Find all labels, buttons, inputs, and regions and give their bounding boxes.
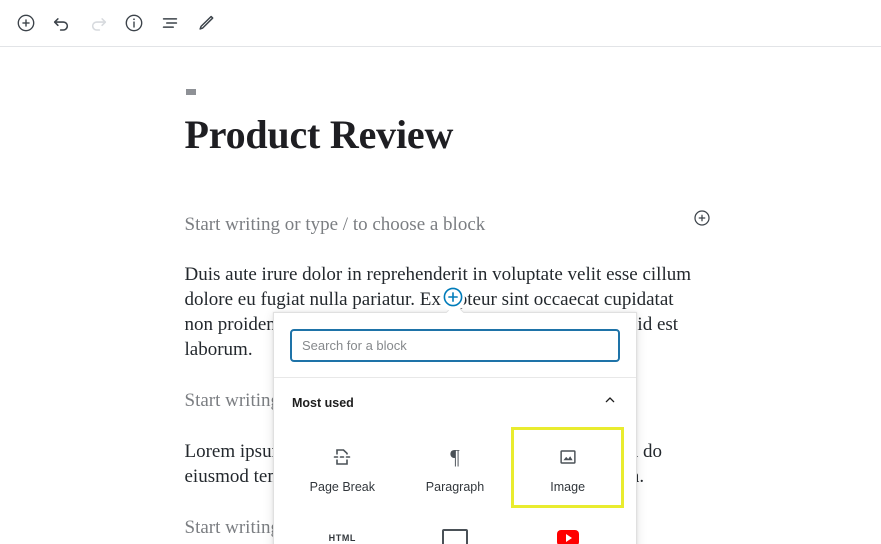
- empty-block-placeholder-1[interactable]: Start writing or type / to choose a bloc…: [185, 212, 697, 237]
- list-view-icon: [159, 12, 181, 34]
- add-block-button[interactable]: [8, 5, 44, 41]
- block-item-paragraph[interactable]: ¶ Paragraph: [399, 427, 512, 508]
- block-item-label: Image: [550, 480, 585, 495]
- most-used-panel-title: Most used: [292, 396, 354, 410]
- redo-icon: [87, 12, 109, 34]
- search-input[interactable]: [290, 329, 620, 362]
- most-used-panel-header[interactable]: Most used: [274, 378, 636, 423]
- block-selection-marker: [186, 89, 196, 95]
- block-item-custom-html[interactable]: HTML Custom HTML: [286, 508, 399, 544]
- info-circle-icon: [123, 12, 145, 34]
- block-item-image[interactable]: Image: [511, 427, 624, 508]
- block-item-label: Page Break: [310, 480, 375, 495]
- editor-canvas: Product Review Start writing or type / t…: [0, 47, 881, 544]
- block-item-label: Paragraph: [426, 480, 484, 495]
- plus-circle-icon: [441, 285, 465, 314]
- undo-button[interactable]: [44, 5, 80, 41]
- block-item-page-break[interactable]: Page Break: [286, 427, 399, 508]
- block-item-buttons[interactable]: Buttons: [399, 508, 512, 544]
- buttons-icon: [442, 525, 468, 544]
- pencil-icon: [195, 12, 217, 34]
- plus-circle-icon: [692, 208, 712, 235]
- center-add-block-button[interactable]: [441, 287, 465, 311]
- list-view-button[interactable]: [152, 5, 188, 41]
- redo-button[interactable]: [80, 5, 116, 41]
- block-type-grid: Page Break ¶ Paragraph Image: [274, 423, 636, 544]
- image-icon: [557, 444, 579, 470]
- page-title[interactable]: Product Review: [185, 111, 697, 158]
- block-inserter-popover: Most used Page Break: [273, 312, 637, 544]
- page-break-icon: [330, 444, 354, 470]
- edit-button[interactable]: [188, 5, 224, 41]
- chevron-up-icon[interactable]: [602, 392, 618, 413]
- details-button[interactable]: [116, 5, 152, 41]
- paragraph-icon: ¶: [450, 444, 460, 470]
- undo-icon: [51, 12, 73, 34]
- html-icon: HTML: [329, 525, 356, 544]
- placeholder-text: Start writing or type / to choose a bloc…: [185, 214, 486, 235]
- editor-toolbar: [0, 0, 881, 47]
- youtube-icon: [557, 525, 579, 544]
- inline-add-block-button[interactable]: [689, 208, 715, 234]
- inserter-search-area: [274, 313, 636, 378]
- plus-circle-icon: [15, 12, 37, 34]
- block-item-youtube[interactable]: YouTube: [511, 508, 624, 544]
